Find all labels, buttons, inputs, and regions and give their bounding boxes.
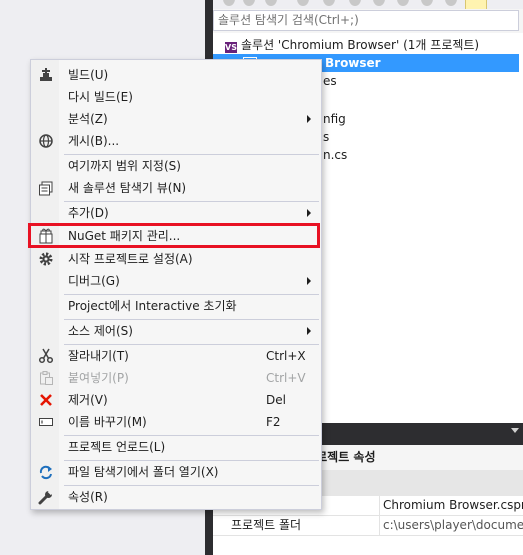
- menu-item-label: 소스 제어(S): [68, 324, 133, 338]
- menu-item-source-control[interactable]: 소스 제어(S): [32, 320, 320, 342]
- forward-icon[interactable]: [243, 0, 255, 6]
- menu-item-properties[interactable]: 속성(R): [32, 486, 320, 508]
- property-value: Chromium Browser.csproj: [383, 498, 523, 512]
- menu-item-label: 잘라내기(T): [68, 349, 129, 363]
- view-toggle-button[interactable]: [465, 0, 487, 9]
- menu-item-publish[interactable]: 게시(B)...: [32, 130, 320, 152]
- visual-studio-solution-icon: VS: [225, 42, 237, 53]
- new-view-icon: [39, 181, 53, 196]
- rename-icon: [39, 418, 53, 426]
- submenu-arrow-icon: [307, 327, 311, 335]
- menu-item-initialize-interactive[interactable]: Project에서 Interactive 초기화: [32, 295, 320, 317]
- menu-item-label: 여기까지 범위 지정(S): [68, 159, 181, 173]
- project-context-menu: 빌드(U) 다시 빌드(E) 분석(Z) 게시(B)... 여기까지 범위 지정…: [28, 59, 322, 510]
- solution-explorer-toolbar: [213, 0, 523, 9]
- menu-item-label: 파일 탐색기에서 폴더 열기(X): [68, 465, 219, 479]
- solution-node[interactable]: VS 솔루션 'Chromium Browser' (1개 프로젝트): [213, 36, 479, 54]
- property-separator: [379, 496, 380, 516]
- menu-item-label: Project에서 Interactive 초기화: [68, 299, 237, 313]
- menu-item-label: 분석(Z): [68, 112, 108, 126]
- menu-item-shortcut: F2: [266, 415, 281, 429]
- menu-item-manage-nuget-packages[interactable]: NuGet 패키지 관리...: [28, 223, 320, 248]
- menu-item-label: 이름 바꾸기(M): [68, 415, 147, 429]
- collapse-icon[interactable]: [373, 0, 385, 6]
- nuget-package-icon: [39, 228, 53, 244]
- menu-item-shortcut: Ctrl+X: [266, 349, 306, 363]
- solution-node-label: 솔루션 'Chromium Browser' (1개 프로젝트): [241, 38, 480, 52]
- menu-item-rename[interactable]: 이름 바꾸기(M) F2: [32, 411, 320, 433]
- menu-item-analyze[interactable]: 분석(Z): [32, 108, 320, 130]
- properties-icon[interactable]: [421, 0, 433, 6]
- property-value: c:\users\player\docume: [383, 518, 523, 532]
- menu-item-shortcut: Del: [266, 393, 286, 407]
- menu-item-new-solution-explorer-view[interactable]: 새 솔루션 탐색기 뷰(N): [32, 177, 320, 199]
- project-node-label: Browser: [325, 56, 381, 70]
- menu-item-label: 빌드(U): [68, 68, 109, 82]
- pending-changes-icon[interactable]: [349, 0, 361, 6]
- menu-item-set-as-startup[interactable]: 시작 프로젝트로 설정(A): [32, 248, 320, 270]
- menu-item-add[interactable]: 추가(D): [32, 202, 320, 224]
- dropdown-arrow-icon[interactable]: [511, 428, 519, 433]
- tree-item-app-config[interactable]: nfig: [323, 110, 346, 128]
- menu-item-label: 새 솔루션 탐색기 뷰(N): [68, 181, 187, 195]
- refresh-icon[interactable]: [297, 0, 309, 6]
- tree-item-file[interactable]: s: [323, 128, 329, 146]
- menu-item-debug[interactable]: 디버그(G): [32, 270, 320, 292]
- publish-globe-icon: [39, 134, 53, 148]
- property-name: 프로젝트 폴더: [231, 518, 302, 532]
- submenu-arrow-icon: [307, 209, 311, 217]
- open-folder-arrow-icon: [39, 465, 52, 480]
- tree-item-program-cs[interactable]: n.cs: [323, 146, 347, 164]
- menu-item-scope-to-this[interactable]: 여기까지 범위 지정(S): [32, 155, 320, 177]
- menu-item-label: 프로젝트 언로드(L): [68, 440, 166, 454]
- menu-item-build[interactable]: 빌드(U): [32, 64, 320, 86]
- home-icon[interactable]: [265, 0, 277, 6]
- paste-icon: [40, 371, 53, 385]
- submenu-arrow-icon: [307, 277, 311, 285]
- menu-item-label: 제거(V): [68, 393, 108, 407]
- submenu-arrow-icon: [307, 115, 311, 123]
- menu-item-shortcut: Ctrl+V: [266, 371, 306, 385]
- menu-item-label: 붙여넣기(P): [68, 371, 129, 385]
- menu-item-remove[interactable]: 제거(V) Del: [32, 389, 320, 411]
- property-separator: [379, 516, 380, 536]
- sync-icon[interactable]: [323, 0, 335, 6]
- show-all-files-icon[interactable]: [397, 0, 409, 6]
- menu-item-paste[interactable]: 붙여넣기(P) Ctrl+V: [32, 367, 320, 389]
- property-row[interactable]: 프로젝트 폴더 c:\users\player\docume: [213, 516, 523, 536]
- back-icon[interactable]: [223, 0, 235, 6]
- solution-search-input[interactable]: 솔루션 탐색기 검색(Ctrl+;): [213, 10, 519, 31]
- gear-icon: [39, 252, 53, 266]
- menu-item-open-folder-in-explorer[interactable]: 파일 탐색기에서 폴더 열기(X): [32, 461, 320, 483]
- menu-item-unload-project[interactable]: 프로젝트 언로드(L): [32, 436, 320, 458]
- menu-item-label: 다시 빌드(E): [68, 90, 133, 104]
- menu-item-label: 추가(D): [68, 206, 109, 220]
- menu-item-label: NuGet 패키지 관리...: [68, 229, 181, 243]
- menu-item-label: 시작 프로젝트로 설정(A): [68, 252, 193, 266]
- menu-item-label: 디버그(G): [68, 274, 120, 288]
- build-icon: [40, 68, 52, 81]
- preview-icon[interactable]: [445, 0, 457, 6]
- menu-item-label: 속성(R): [68, 490, 108, 504]
- menu-item-rebuild[interactable]: 다시 빌드(E): [32, 86, 320, 108]
- delete-x-icon: [40, 394, 52, 406]
- wrench-icon: [38, 489, 54, 505]
- tree-item-properties[interactable]: es: [323, 72, 337, 90]
- menu-item-cut[interactable]: 잘라내기(T) Ctrl+X: [32, 345, 320, 367]
- menu-item-label: 게시(B)...: [68, 134, 120, 148]
- scissors-icon: [38, 348, 54, 364]
